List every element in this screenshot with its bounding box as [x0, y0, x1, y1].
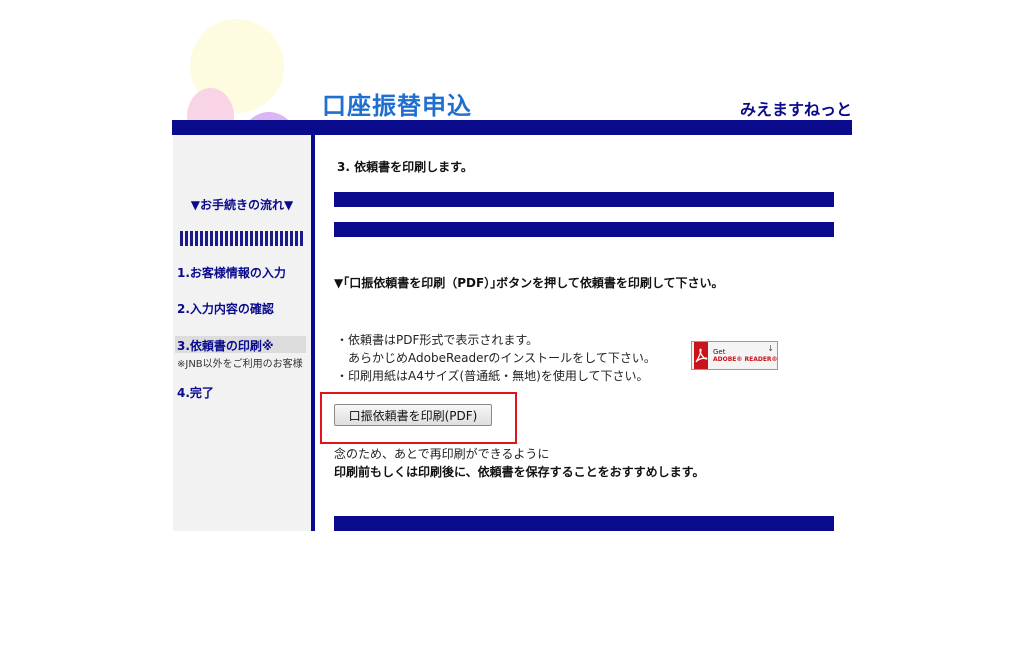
sidebar-step-4: 4.完了 [177, 386, 214, 400]
note-line-2: あらかじめAdobeReaderのインストールをして下さい。 [336, 351, 656, 365]
download-arrow-icon: ↓ [767, 344, 774, 353]
content-bar-2 [334, 222, 834, 237]
note-line-1: ・依頼書はPDF形式で表示されます。 [336, 333, 539, 347]
sidebar-step-2: 2.入力内容の確認 [177, 302, 274, 316]
page-title: 口座振替申込 [322, 92, 472, 120]
sidebar [173, 135, 311, 531]
print-pdf-button[interactable]: 口振依頼書を印刷(PDF) [334, 404, 492, 426]
flow-label: ▼お手続きの流れ▼ [190, 198, 294, 212]
adobe-reader-label: ADOBE® READER® [713, 355, 778, 363]
print-instruction: ▼｢口振依頼書を印刷（PDF）｣ボタンを押して依頼書を印刷して下さい。 [334, 276, 724, 290]
site-name: みえますねっと [739, 100, 852, 119]
note-line-3: ・印刷用紙はA4サイズ(普通紙・無地)を使用して下さい。 [336, 369, 649, 383]
content-bar-1 [334, 192, 834, 207]
adobe-reader-icon [694, 342, 708, 369]
footer-note-line-1: 念のため、あとで再印刷ができるように [334, 447, 550, 461]
sidebar-step-1: 1.お客様情報の入力 [177, 266, 286, 280]
sidebar-divider [311, 135, 315, 531]
get-adobe-reader-link[interactable]: Get ADOBE® READER® ↓ [691, 341, 778, 370]
sidebar-step-3: 3.依頼書の印刷※ [177, 339, 274, 353]
content-bar-bottom [334, 516, 834, 531]
footer-note-line-2: 印刷前もしくは印刷後に、依頼書を保存することをおすすめします。 [334, 465, 705, 479]
header-bar [172, 120, 852, 135]
flow-stripes [180, 231, 304, 246]
sidebar-step-3-note: ※JNB以外をご利用のお客様 [177, 359, 303, 370]
step-heading: 3. 依頼書を印刷します。 [337, 160, 473, 174]
